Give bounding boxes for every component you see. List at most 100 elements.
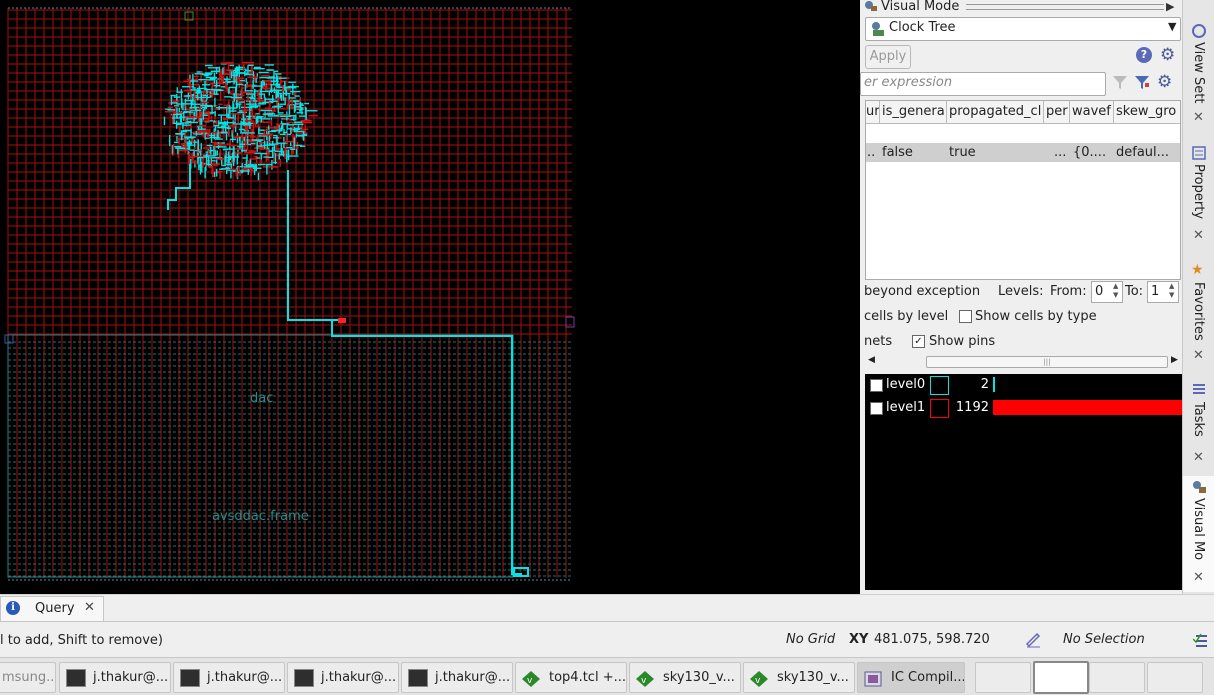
tab-query[interactable]: i Query ✕ <box>0 596 104 621</box>
level0-checkbox[interactable]: ✓ <box>870 379 883 392</box>
taskbar-item[interactable]: j.thakur@... <box>401 662 513 693</box>
taskbar-item-label: j.thakur@... <box>93 670 169 685</box>
side-tab-bar: View Sett ✕ Property ✕ ★ Favorites ✕ Tas… <box>1182 0 1214 594</box>
close-icon[interactable]: ✕ <box>1193 450 1204 465</box>
help-icon[interactable]: ? <box>1136 47 1152 63</box>
legend-row-level1[interactable]: ✓ level1 1192 <box>865 397 1182 419</box>
placement-rows <box>8 341 572 577</box>
level0-color-swatch[interactable] <box>930 376 949 395</box>
column-header[interactable]: skew_gro <box>1116 104 1176 119</box>
from-label: From: <box>1050 284 1087 299</box>
layout-canvas[interactable]: dac avsddac.frame <box>0 0 860 594</box>
view-settings-icon <box>1191 24 1207 38</box>
layout-view[interactable]: dac avsddac.frame <box>0 0 860 594</box>
level-count: 2 <box>980 377 989 392</box>
selection-list-icon[interactable] <box>1192 633 1209 649</box>
taskbar-item-label: sky130_v... <box>663 670 735 685</box>
panel-header: Visual Mode ▶ <box>860 0 1182 14</box>
table-cell: {0.... <box>1073 145 1107 160</box>
spin-arrows-icon[interactable]: ▲ ▼ <box>1169 282 1174 300</box>
from-spinbox[interactable]: 0 ▲ ▼ <box>1091 281 1123 303</box>
level-name: level1 <box>886 400 926 415</box>
spin-arrows-icon[interactable]: ▲ ▼ <box>1113 282 1118 300</box>
terminal-icon <box>66 669 86 687</box>
taskbar-item[interactable]: v sky130_v... <box>743 662 855 693</box>
from-value: 0 <box>1095 284 1104 299</box>
mode-select[interactable]: Clock Tree ▼ <box>865 17 1181 41</box>
level0-bar <box>993 377 995 392</box>
filter-icon[interactable] <box>1134 74 1150 90</box>
level1-checkbox[interactable]: ✓ <box>870 402 883 415</box>
scroll-left-icon[interactable]: ◀ <box>868 355 875 365</box>
taskbar-item-label: j.thakur@... <box>321 670 397 685</box>
filter-expression-field[interactable]: er expression <box>860 72 1106 96</box>
ruler-icon[interactable] <box>1025 632 1041 648</box>
scroll-right-icon[interactable]: ▶ <box>1171 355 1178 365</box>
apply-button[interactable]: Apply <box>865 45 911 69</box>
tab-visual-mode-label: Visual Mo <box>1191 498 1206 561</box>
tab-favorites[interactable]: ★ Favorites ✕ <box>1183 260 1214 364</box>
show-pins-checkbox[interactable]: ✓ <box>912 335 925 348</box>
taskbar-item-active[interactable]: IC Compil... <box>857 662 965 693</box>
level-count: 1192 <box>955 400 989 415</box>
taskbar-item[interactable]: v sky130_v... <box>629 662 741 693</box>
properties-table[interactable]: ur is_genera propagated_cl per wavef ske… <box>865 100 1181 280</box>
gear-icon[interactable]: ⚙ <box>1160 45 1175 65</box>
column-header[interactable]: is_genera <box>882 104 945 119</box>
table-header: ur is_genera propagated_cl per wavef ske… <box>866 101 1180 124</box>
taskbar-item[interactable]: j.thakur@... <box>59 662 171 693</box>
vim-icon: v <box>750 669 768 687</box>
tab-visual-mode[interactable]: Visual Mo ✕ <box>1183 476 1214 592</box>
horizontal-scrollbar[interactable]: ◀ ||| ▶ <box>866 355 1180 368</box>
level-name: level0 <box>886 377 926 392</box>
taskbar-item[interactable]: j.thakur@... <box>173 662 285 693</box>
to-spinbox[interactable]: 1 ▲ ▼ <box>1147 281 1179 303</box>
tab-property-label: Property <box>1191 164 1206 220</box>
table-cell: .. <box>867 145 876 160</box>
show-cells-by-type-checkbox[interactable] <box>959 310 972 323</box>
close-icon[interactable]: ✕ <box>1193 228 1204 243</box>
clock-pin-marker <box>338 318 346 323</box>
workspace-2[interactable] <box>1033 661 1089 694</box>
filter-settings-icon[interactable]: ⚙ <box>1157 72 1172 92</box>
filter-clear-icon[interactable] <box>1112 74 1128 90</box>
workspace-4[interactable] <box>1147 662 1203 693</box>
taskbar-item[interactable]: j.thakur@... <box>287 662 399 693</box>
visual-mode-tab-icon <box>1191 480 1207 494</box>
close-icon[interactable]: ✕ <box>1193 348 1204 363</box>
table-cell: false <box>882 145 913 160</box>
column-header[interactable]: wavef <box>1072 104 1114 119</box>
column-header[interactable]: propagated_cl <box>949 104 1041 119</box>
level1-color-swatch[interactable] <box>930 399 949 418</box>
tab-tasks-label: Tasks <box>1191 402 1206 437</box>
workspace-1[interactable] <box>975 662 1031 693</box>
tab-view-settings[interactable]: View Sett ✕ <box>1183 20 1214 130</box>
scrollbar-thumb[interactable]: ||| <box>926 356 1168 368</box>
taskbar-item[interactable]: v top4.tcl +... <box>515 662 627 693</box>
workspace-3[interactable] <box>1089 662 1145 693</box>
beyond-exception-label: beyond exception <box>864 284 981 299</box>
taskbar-item-label: IC Compil... <box>891 670 965 685</box>
column-header[interactable]: ur <box>866 104 880 119</box>
taskbar-item[interactable]: msung... <box>0 662 56 693</box>
show-pins-label: Show pins <box>929 334 996 349</box>
table-cell: true <box>949 145 976 160</box>
table-cell: ... <box>1054 145 1067 160</box>
close-icon[interactable]: ✕ <box>1193 570 1204 585</box>
column-header[interactable]: per <box>1046 104 1068 119</box>
panel-float-icon[interactable]: ▶ <box>1166 0 1174 13</box>
taskbar-item-label: sky130_v... <box>777 670 849 685</box>
query-tab-label: Query <box>35 601 75 616</box>
tab-tasks[interactable]: Tasks ✕ <box>1183 378 1214 466</box>
legend-row-level0[interactable]: ✓ level0 2 <box>865 374 1181 396</box>
close-icon[interactable]: ✕ <box>1193 110 1204 125</box>
tab-property[interactable]: Property ✕ <box>1183 142 1214 246</box>
svg-text:v: v <box>755 676 761 686</box>
terminal-icon <box>294 669 314 687</box>
taskbar-item-label: msung... <box>2 670 56 685</box>
clock-tree-cluster <box>163 61 318 181</box>
table-row[interactable]: .. false true ... {0.... defaul... <box>866 143 1180 162</box>
close-icon[interactable]: ✕ <box>84 600 95 615</box>
chevron-down-icon: ▼ <box>1168 20 1177 33</box>
panel-drag-handle[interactable] <box>966 4 1164 10</box>
